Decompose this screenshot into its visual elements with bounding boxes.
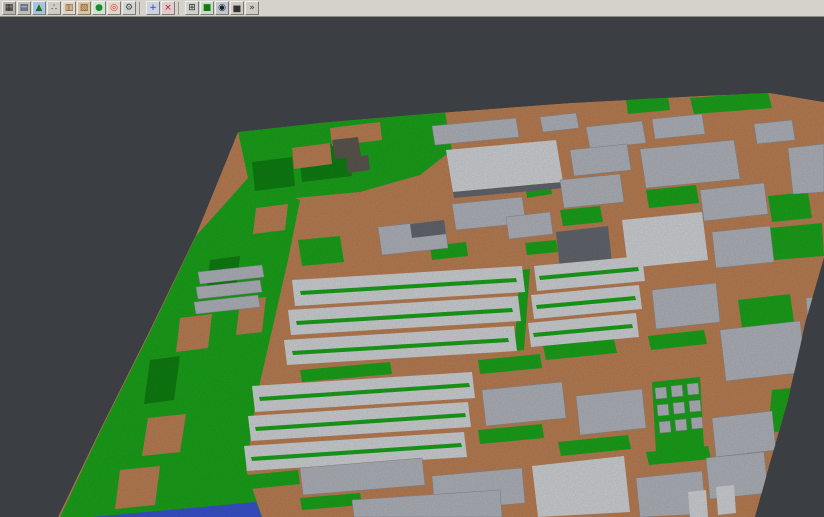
app-window: ▦▤▲∴▥▧●◎⚙ +× ⊞■◉▅»	[0, 0, 824, 517]
dataset-icon[interactable]: ▦	[2, 1, 16, 15]
target-icon[interactable]: ◎	[107, 1, 121, 15]
image-layer-icon[interactable]: ▤	[17, 1, 31, 15]
measure-icon[interactable]: +	[146, 1, 160, 15]
scene-canvas	[0, 0, 824, 517]
terrain-icon[interactable]: ▲	[32, 1, 46, 15]
pointcloud-speckle	[0, 0, 824, 517]
main-toolbar: ▦▤▲∴▥▧●◎⚙ +× ⊞■◉▅»	[0, 0, 824, 17]
sphere-icon[interactable]: ●	[92, 1, 106, 15]
export-icon[interactable]: »	[245, 1, 259, 15]
globe-icon[interactable]: ◉	[215, 1, 229, 15]
orthophoto-icon[interactable]: ▧	[77, 1, 91, 15]
viewport-3d[interactable]	[0, 0, 824, 517]
toolbar-separator	[178, 2, 182, 15]
delete-icon[interactable]: ×	[161, 1, 175, 15]
histogram-icon[interactable]: ▅	[230, 1, 244, 15]
toolbar-separator	[139, 2, 143, 15]
palette-icon[interactable]: ▥	[62, 1, 76, 15]
classification-icon[interactable]: ■	[200, 1, 214, 15]
settings-icon[interactable]: ⚙	[122, 1, 136, 15]
pointcloud-icon[interactable]: ∴	[47, 1, 61, 15]
grid-icon[interactable]: ⊞	[185, 1, 199, 15]
